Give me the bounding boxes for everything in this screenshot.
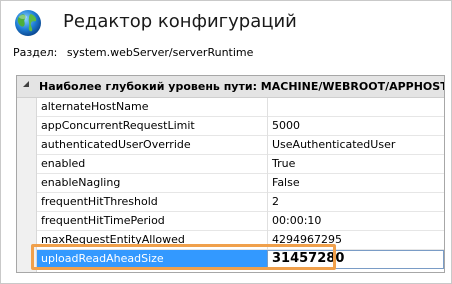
section-path: Раздел: system.webServer/serverRuntime: [13, 46, 253, 59]
property-row-uploadReadAheadSize[interactable]: uploadReadAheadSize 31457280: [37, 250, 444, 269]
group-header-text: Наиболее глубокий уровень пути: MACHINE/…: [39, 80, 445, 93]
column-divider: [267, 98, 268, 117]
property-name: uploadReadAheadSize: [41, 252, 164, 265]
property-value[interactable]: 5000: [272, 119, 300, 132]
section-value: system.webServer/serverRuntime: [66, 46, 254, 59]
column-divider: [267, 212, 268, 231]
property-row-frequentHitThreshold[interactable]: frequentHitThreshold 2: [37, 193, 444, 212]
property-grid: Наиболее глубокий уровень пути: MACHINE/…: [16, 75, 445, 273]
property-row-authenticatedUserOverride[interactable]: authenticatedUserOverride UseAuthenticat…: [37, 136, 444, 155]
property-name: appConcurrentRequestLimit: [41, 119, 195, 132]
property-name: frequentHitThreshold: [41, 195, 158, 208]
title-bar: Редактор конфигураций: [1, 1, 451, 41]
property-value-input[interactable]: 31457280: [272, 251, 344, 266]
property-name: alternateHostName: [41, 100, 149, 113]
property-row-appConcurrentRequestLimit[interactable]: appConcurrentRequestLimit 5000: [37, 117, 444, 136]
window-title: Редактор конфигураций: [63, 11, 297, 32]
column-divider: [267, 231, 268, 250]
property-name: authenticatedUserOverride: [41, 138, 191, 151]
property-row-maxRequestEntityAllowed[interactable]: maxRequestEntityAllowed 4294967295: [37, 231, 444, 250]
property-row-frequentHitTimePeriod[interactable]: frequentHitTimePeriod 00:00:10: [37, 212, 444, 231]
column-divider: [267, 155, 268, 174]
globe-icon: [15, 10, 41, 36]
property-value[interactable]: 2: [272, 195, 279, 208]
grid-gutter: [17, 98, 37, 272]
property-row-enableNagling[interactable]: enableNagling False: [37, 174, 444, 193]
collapse-triangle-icon[interactable]: [22, 80, 30, 88]
property-name: maxRequestEntityAllowed: [41, 233, 185, 246]
property-name: enabled: [41, 157, 86, 170]
property-value[interactable]: UseAuthenticatedUser: [272, 138, 395, 151]
property-name: frequentHitTimePeriod: [41, 214, 165, 227]
property-value[interactable]: 00:00:10: [272, 214, 321, 227]
column-divider: [267, 193, 268, 212]
property-row-enabled[interactable]: enabled True: [37, 155, 444, 174]
column-divider: [267, 174, 268, 193]
property-value[interactable]: 4294967295: [272, 233, 342, 246]
column-divider: [267, 117, 268, 136]
property-value[interactable]: True: [272, 157, 295, 170]
property-value[interactable]: False: [272, 176, 300, 189]
property-name: enableNagling: [41, 176, 121, 189]
property-row-alternateHostName[interactable]: alternateHostName: [37, 98, 444, 117]
section-label: Раздел:: [13, 46, 58, 59]
grid-group-header[interactable]: Наиболее глубокий уровень пути: MACHINE/…: [17, 76, 444, 98]
config-editor-window: Редактор конфигураций Раздел: system.web…: [0, 0, 452, 284]
column-divider: [267, 136, 268, 155]
